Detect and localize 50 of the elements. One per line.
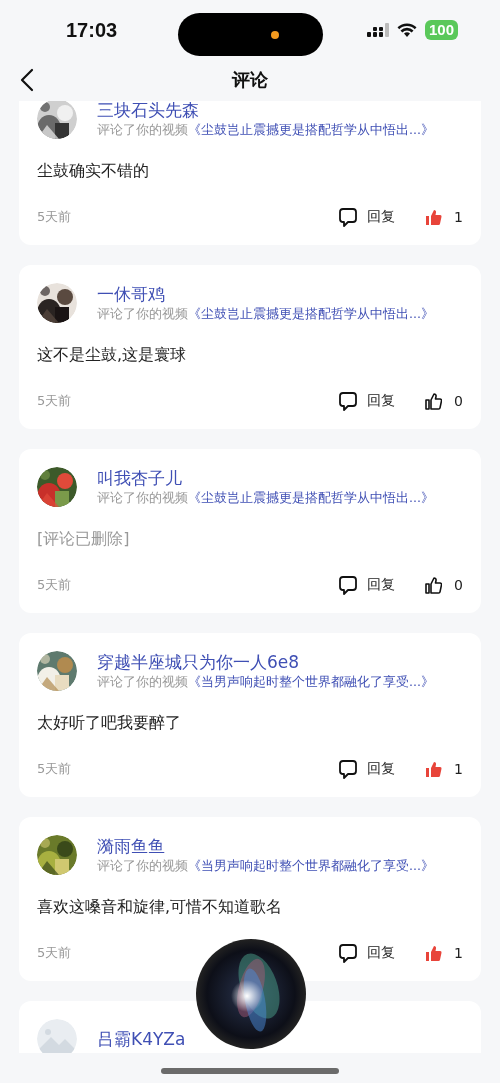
video-link[interactable]: 《尘鼓岂止震撼更是搭配哲学从中悟出...》	[188, 306, 434, 321]
comment-text: [评论已删除]	[37, 528, 131, 550]
speech-bubble-icon	[339, 207, 358, 227]
action-text: 评论了你的视频	[97, 490, 188, 505]
image-placeholder-icon	[37, 1019, 77, 1053]
speech-bubble-icon	[339, 943, 358, 963]
signal-icon	[366, 22, 389, 38]
timestamp: 5天前	[37, 392, 73, 410]
reply-button[interactable]: 回复	[339, 391, 396, 411]
action-text: 评论了你的视频	[97, 306, 188, 321]
speech-bubble-icon	[339, 759, 358, 779]
speech-bubble-icon	[339, 391, 358, 411]
speech-bubble-icon	[339, 575, 358, 595]
comment-text: 太好听了吧我要醉了	[37, 712, 182, 734]
video-link[interactable]: 《当男声响起时整个世界都融化了享受...》	[188, 674, 434, 689]
comment-text: 尘鼓确实不错的	[37, 160, 150, 182]
voice-assistant-orb-icon	[195, 938, 307, 1050]
reply-button[interactable]: 回复	[339, 207, 396, 227]
timestamp: 5天前	[37, 760, 73, 778]
reply-button[interactable]: 回复	[339, 759, 396, 779]
action-text: 评论了你的视频	[97, 122, 188, 137]
reply-button[interactable]: 回复	[339, 943, 396, 963]
page-title: 评论	[232, 68, 268, 92]
like-button[interactable]: 1	[425, 760, 463, 778]
like-button[interactable]: 0	[425, 392, 463, 410]
username-link[interactable]: 穿越半座城只为你一人6e8	[97, 651, 434, 673]
timestamp: 5天前	[37, 208, 73, 226]
username-link[interactable]: 叫我杏子儿	[97, 467, 434, 489]
video-link[interactable]: 《尘鼓岂止震撼更是搭配哲学从中悟出...》	[188, 122, 434, 137]
like-button[interactable]: 1	[425, 944, 463, 962]
camera-indicator-icon	[271, 31, 279, 39]
comment-text: 喜欢这嗓音和旋律,可惜不知道歌名	[37, 896, 284, 918]
action-text: 评论了你的视频	[97, 858, 188, 873]
video-link[interactable]: 《尘鼓岂止震撼更是搭配哲学从中悟出...》	[188, 490, 434, 505]
timestamp: 5天前	[37, 944, 73, 962]
username-link[interactable]: 三块石头先森	[97, 101, 434, 121]
timestamp: 5天前	[37, 576, 73, 594]
username-link[interactable]: 吕霸K4YZa	[97, 1028, 186, 1050]
like-button[interactable]: 1	[425, 208, 463, 226]
battery-level: 100	[424, 20, 458, 40]
comment-text: 这不是尘鼓,这是寰球	[37, 344, 188, 366]
action-text: 评论了你的视频	[97, 674, 188, 689]
wifi-icon	[396, 22, 417, 38]
username-link[interactable]: 一休哥鸡	[97, 283, 434, 305]
clock-time: 17:03	[66, 18, 118, 42]
username-link[interactable]: 漪雨鱼鱼	[97, 835, 434, 857]
back-icon	[20, 68, 34, 92]
like-button[interactable]: 0	[425, 576, 463, 594]
video-link[interactable]: 《当男声响起时整个世界都融化了享受...》	[188, 858, 434, 873]
reply-button[interactable]: 回复	[339, 575, 396, 595]
